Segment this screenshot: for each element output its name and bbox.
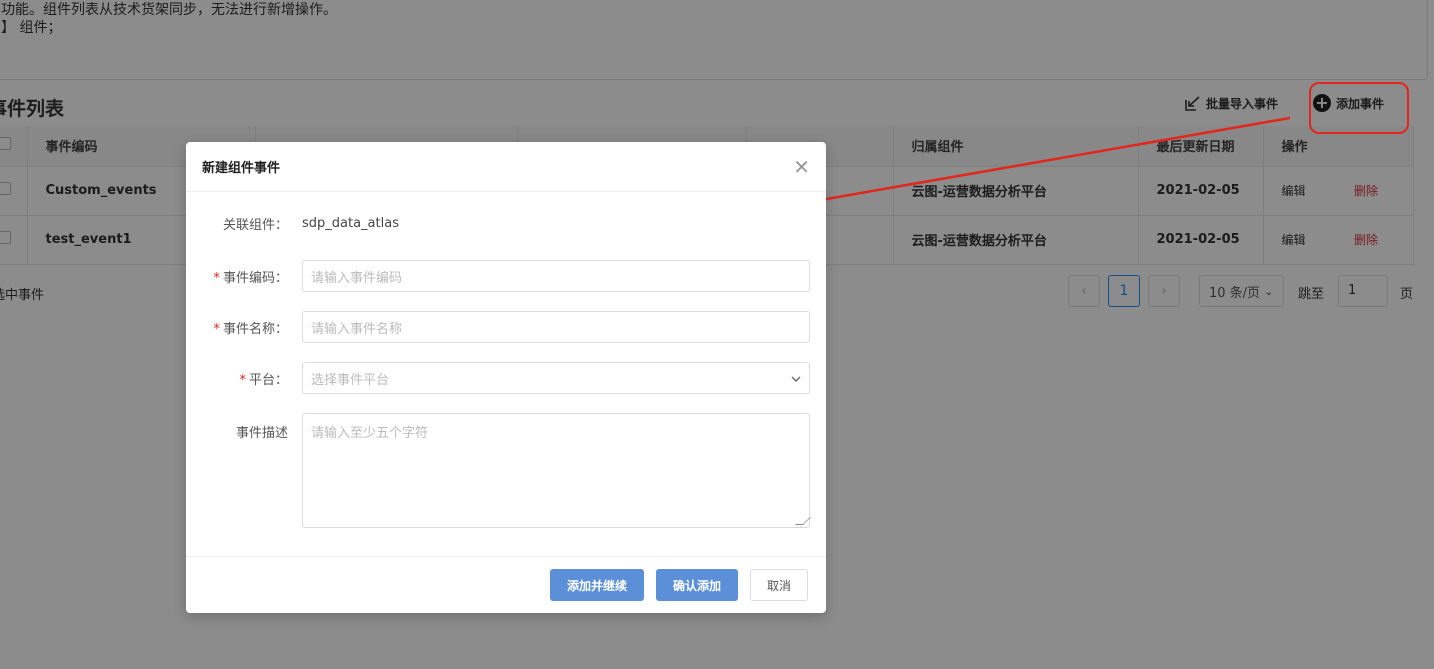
platform-row: * 平台： 选择事件平台 bbox=[186, 362, 826, 394]
platform-placeholder: 选择事件平台 bbox=[311, 372, 390, 388]
new-event-dialog: 新建组件事件 ✕ 关联组件： sdp_data_atlas * 事件编码： 请输入… bbox=[186, 142, 826, 613]
chevron-down-icon bbox=[791, 371, 801, 385]
code-row: * 事件编码： 请输入事件编码 bbox=[186, 260, 826, 292]
component-row: 关联组件： sdp_data_atlas bbox=[186, 214, 826, 233]
annotation-highlight bbox=[1309, 82, 1409, 134]
code-label: * 事件编码： bbox=[213, 270, 288, 286]
event-name-input[interactable]: 请输入事件名称 bbox=[302, 311, 810, 343]
component-value: sdp_data_atlas bbox=[302, 216, 399, 231]
component-label: 关联组件： bbox=[222, 218, 288, 233]
event-code-input[interactable]: 请输入事件编码 bbox=[302, 260, 810, 292]
close-icon[interactable]: ✕ bbox=[793, 157, 810, 177]
name-row: * 事件名称： 请输入事件名称 bbox=[186, 311, 826, 343]
dialog-title: 新建组件事件 bbox=[202, 161, 281, 176]
desc-label: 事件描述 bbox=[235, 426, 288, 441]
platform-label: * 平台： bbox=[239, 372, 288, 388]
cancel-button[interactable]: 取消 bbox=[749, 569, 808, 601]
event-form: 关联组件： sdp_data_atlas * 事件编码： 请输入事件编码 * 事件名… bbox=[186, 192, 826, 556]
desc-placeholder: 请输入至少五个字符 bbox=[311, 426, 429, 441]
add-and-continue-button[interactable]: 添加并继续 bbox=[549, 569, 644, 601]
platform-select[interactable]: 选择事件平台 bbox=[302, 362, 810, 394]
dialog-footer: 添加并继续 确认添加 取消 bbox=[186, 556, 826, 613]
desc-row: 事件描述 请输入至少五个字符 bbox=[186, 413, 826, 528]
event-description-textarea[interactable]: 请输入至少五个字符 bbox=[302, 413, 811, 528]
resize-handle-icon[interactable] bbox=[795, 517, 811, 525]
name-label: * 事件名称： bbox=[213, 321, 288, 337]
confirm-add-button[interactable]: 确认添加 bbox=[655, 569, 738, 601]
dialog-header: 新建组件事件 ✕ bbox=[186, 142, 826, 192]
